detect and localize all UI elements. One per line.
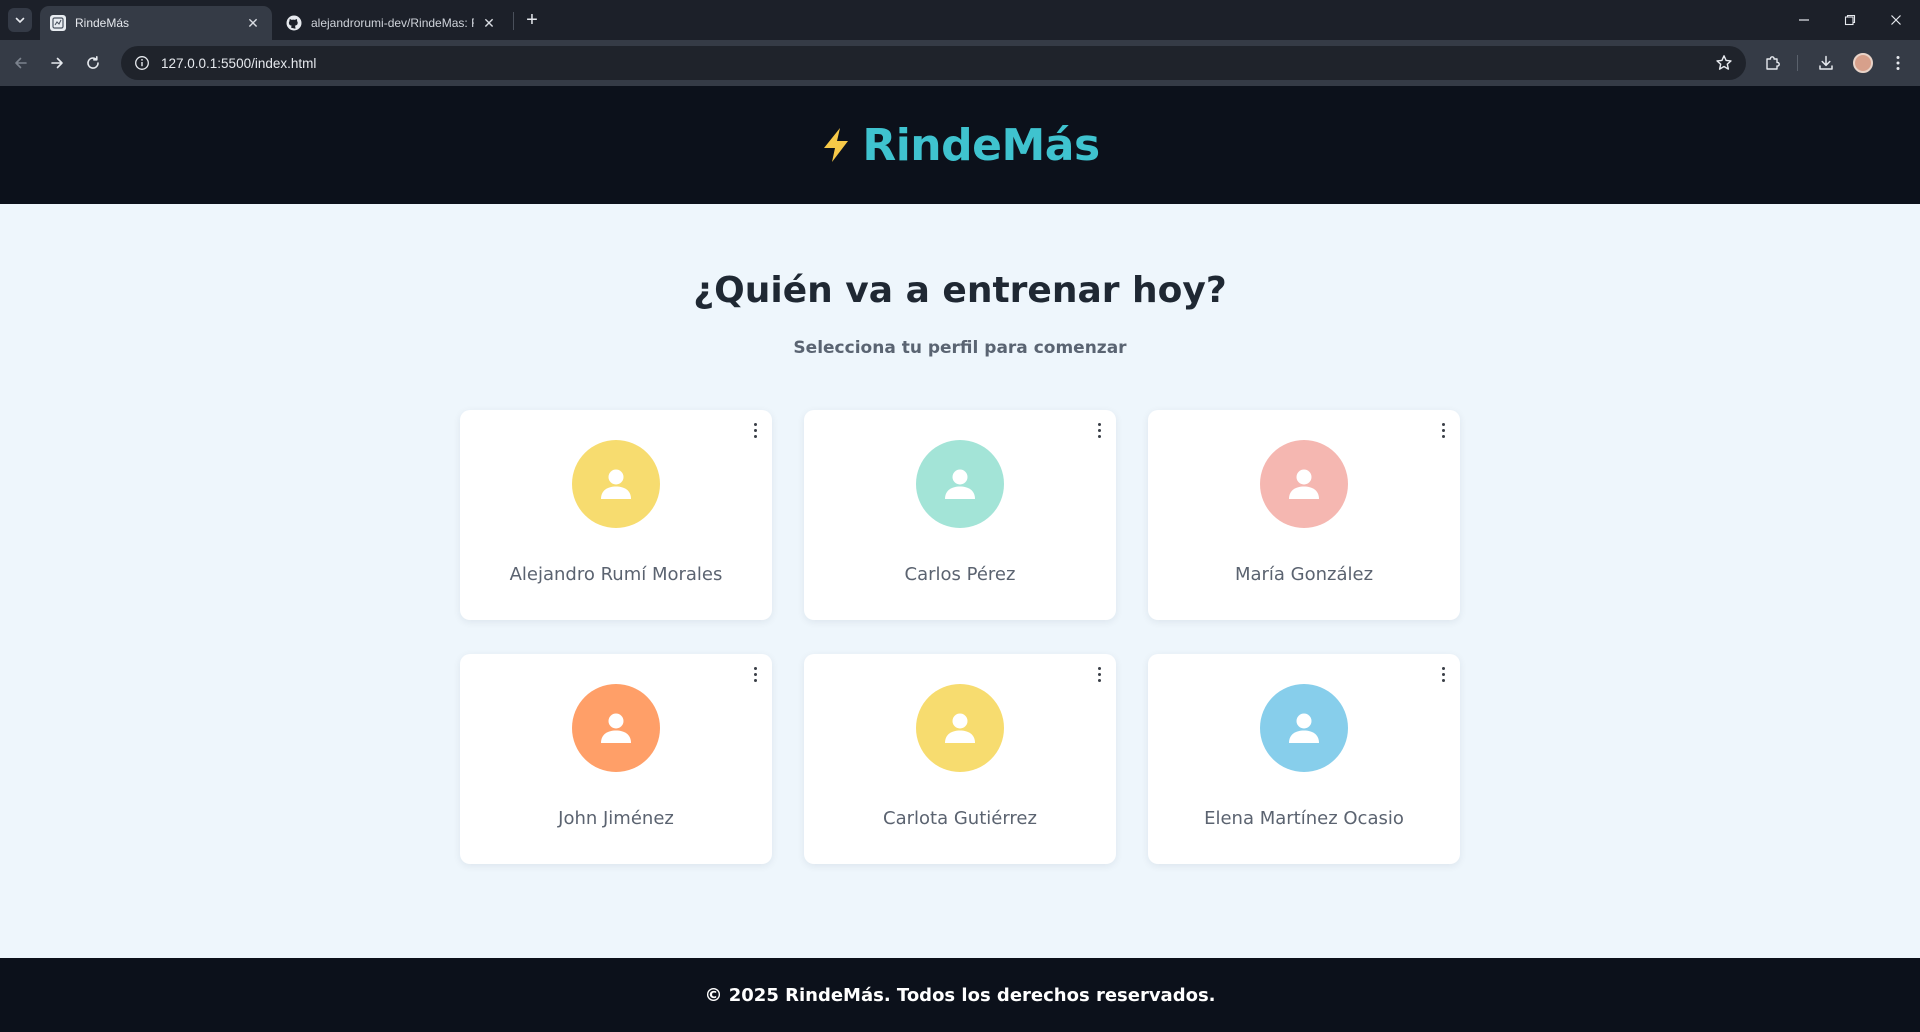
site-header: RindeMás [0,86,1920,204]
profile-name: Carlos Pérez [904,564,1016,585]
user-icon [1289,713,1319,743]
close-window-icon[interactable] [1873,0,1919,40]
profile-card[interactable]: Alejandro Rumí Morales [460,410,772,620]
tab-title: alejandrorumi-dev/RindeMas: R [311,16,474,30]
profile-options-kebab-icon[interactable] [1436,420,1450,440]
profile-avatar-icon[interactable] [1850,50,1876,76]
profile-avatar [572,440,660,528]
profile-card[interactable]: Carlota Gutiérrez [804,654,1116,864]
tab-search-button[interactable] [8,8,32,32]
site-favicon [50,15,66,31]
arrow-right-icon [51,57,63,69]
url-text: 127.0.0.1:5500/index.html [161,55,317,71]
chevron-down-icon [15,17,25,24]
profile-card[interactable]: Elena Martínez Ocasio [1148,654,1460,864]
page-title: ¿Quién va a entrenar hoy? [693,270,1227,311]
profile-options-kebab-icon[interactable] [748,664,762,684]
page-subtitle: Selecciona tu perfil para comenzar [793,338,1127,358]
tab-close-icon[interactable]: ✕ [244,14,262,32]
browser-tab-bar: RindeMás ✕ alejandrorumi-dev/RindeMas: R… [0,0,1920,40]
tab-github[interactable]: alejandrorumi-dev/RindeMas: R ✕ [276,6,508,40]
forward-button[interactable] [42,48,72,78]
extensions-puzzle-icon[interactable] [1760,50,1786,76]
brand-logo[interactable]: RindeMás [820,119,1100,171]
tab-title: RindeMás [75,16,130,30]
user-icon [601,469,631,499]
tab-close-icon[interactable]: ✕ [480,14,498,32]
user-icon [601,713,631,743]
github-icon [286,15,302,31]
restore-icon[interactable] [1827,0,1873,40]
site-footer: © 2025 RindeMás. Todos los derechos rese… [0,958,1920,1032]
toolbar-divider [1797,55,1798,71]
user-icon [1289,469,1319,499]
profile-avatar [1260,440,1348,528]
profile-options-kebab-icon[interactable] [1092,664,1106,684]
profile-name: María González [1234,564,1374,585]
lightning-bolt-icon [824,128,849,162]
browser-toolbar: 127.0.0.1:5500/index.html [0,40,1920,86]
address-bar[interactable]: 127.0.0.1:5500/index.html [121,46,1746,80]
profile-name: Carlota Gutiérrez [883,808,1037,829]
arrow-left-icon [15,57,27,69]
tab-divider [513,12,514,30]
profile-avatar [572,684,660,772]
profile-options-kebab-icon[interactable] [1436,664,1450,684]
profile-avatar [1260,684,1348,772]
bookmark-star-icon[interactable] [1714,53,1734,73]
reload-icon [87,56,99,69]
profile-options-kebab-icon[interactable] [748,420,762,440]
profile-name: Elena Martínez Ocasio [1204,808,1404,829]
new-tab-plus-icon[interactable]: + [520,8,544,32]
profile-avatar [916,440,1004,528]
profile-options-kebab-icon[interactable] [1092,420,1106,440]
copyright-text: © 2025 RindeMás. Todos los derechos rese… [704,984,1216,1006]
minimize-icon[interactable] [1781,0,1827,40]
download-icon[interactable] [1813,50,1839,76]
profile-card[interactable]: Carlos Pérez [804,410,1116,620]
profile-name: Alejandro Rumí Morales [509,564,723,585]
user-icon [945,713,975,743]
user-icon [945,469,975,499]
back-button[interactable] [6,48,36,78]
brand-name: RindeMás [862,119,1100,171]
profile-card[interactable]: John Jiménez [460,654,772,864]
reload-button[interactable] [78,48,108,78]
tab-rindemas[interactable]: RindeMás ✕ [40,6,272,40]
info-icon[interactable] [125,46,159,80]
browser-menu-kebab-icon[interactable] [1885,50,1911,76]
profile-card[interactable]: María González [1148,410,1460,620]
profile-name: John Jiménez [558,808,674,829]
profile-avatar [916,684,1004,772]
avatar [1853,53,1873,73]
